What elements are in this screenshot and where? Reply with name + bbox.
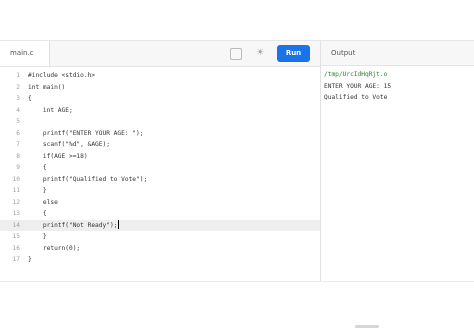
code-line[interactable]: 16 return(0);: [0, 243, 320, 255]
line-number: 3: [16, 95, 20, 102]
code-line[interactable]: 8 if(AGE >=18): [0, 151, 320, 163]
code-text: {: [28, 95, 32, 102]
line-number: 13: [12, 210, 20, 217]
output-line: ENTER YOUR AGE: 15: [324, 82, 392, 90]
line-number: 8: [16, 152, 20, 160]
run-button[interactable]: Run: [277, 45, 310, 62]
line-number: 12: [12, 198, 20, 206]
online-compiler: main.c ☀ Run 1 #include <stdio.h> 2 int mai…: [0, 40, 474, 282]
text-cursor: [118, 220, 120, 229]
line-number: 14: [12, 221, 20, 229]
line-number: 17: [12, 256, 20, 263]
fullscreen-icon[interactable]: [230, 48, 242, 60]
code-text: }: [28, 233, 47, 240]
line-number: 7: [16, 141, 20, 148]
line-number: 16: [12, 244, 20, 252]
code-text: }: [28, 187, 47, 194]
code-line[interactable]: 10 printf("Qualified to Vote");: [0, 174, 320, 186]
code-line[interactable]: 5: [0, 116, 320, 128]
code-line[interactable]: 11 }: [0, 185, 320, 197]
file-tab[interactable]: main.c: [0, 41, 50, 66]
code-text: printf("Qualified to Vote");: [28, 175, 148, 183]
line-number: 1: [16, 72, 20, 79]
editor-pane: main.c ☀ Run 1 #include <stdio.h> 2 int mai…: [0, 41, 321, 281]
line-number: 5: [16, 118, 20, 125]
code-line[interactable]: 12 else: [0, 197, 320, 209]
code-text: if(AGE >=18): [28, 152, 88, 160]
output-line: Qualified to Vote: [324, 94, 388, 101]
code-line[interactable]: 6 printf("ENTER YOUR AGE: ");: [0, 128, 320, 140]
editor-toolbar: main.c ☀ Run: [0, 41, 320, 67]
code-text: {: [28, 210, 47, 217]
code-text: else: [28, 198, 58, 206]
output-pane: Output /tmp/UrcIdHqRjt.o ENTER YOUR AGE:…: [321, 41, 474, 281]
line-number: 10: [12, 175, 20, 183]
line-number: 9: [16, 164, 20, 171]
line-number: 15: [12, 233, 20, 240]
code-line[interactable]: 13 {: [0, 208, 320, 220]
line-number: 6: [16, 129, 20, 137]
code-line[interactable]: 7 scanf("%d", &AGE);: [0, 139, 320, 151]
code-line[interactable]: 17}: [0, 254, 320, 266]
line-number: 2: [16, 83, 20, 91]
page-scrollbar[interactable]: [355, 325, 379, 328]
theme-toggle-icon[interactable]: ☀: [254, 47, 266, 59]
code-line[interactable]: 3{: [0, 93, 320, 105]
output-console: /tmp/UrcIdHqRjt.o ENTER YOUR AGE: 15 Qua…: [321, 69, 474, 104]
line-number: 11: [12, 187, 20, 194]
code-line[interactable]: 4 int AGE;: [0, 105, 320, 117]
code-line[interactable]: 2 int main(): [0, 82, 320, 94]
code-line[interactable]: 1 #include <stdio.h>: [0, 70, 320, 82]
output-header: Output: [321, 41, 474, 66]
code-editor[interactable]: 1 #include <stdio.h> 2 int main() 3{4 int AG…: [0, 67, 320, 281]
line-number: 4: [16, 106, 20, 114]
code-text: }: [28, 256, 32, 263]
code-text: int main(): [28, 83, 66, 91]
code-text: printf("Not Ready");: [28, 220, 120, 229]
code-line[interactable]: 14 printf("Not Ready");: [0, 219, 320, 231]
code-text: int AGE;: [28, 106, 73, 114]
code-text: return(0);: [28, 244, 81, 252]
output-line: /tmp/UrcIdHqRjt.o: [324, 71, 388, 78]
code-text: printf("ENTER YOUR AGE: ");: [28, 129, 144, 137]
code-text: {: [28, 164, 47, 171]
code-text: #include <stdio.h>: [28, 72, 96, 79]
code-line[interactable]: 9 {: [0, 162, 320, 174]
code-line[interactable]: 15 }: [0, 231, 320, 243]
code-text: scanf("%d", &AGE);: [28, 141, 110, 148]
